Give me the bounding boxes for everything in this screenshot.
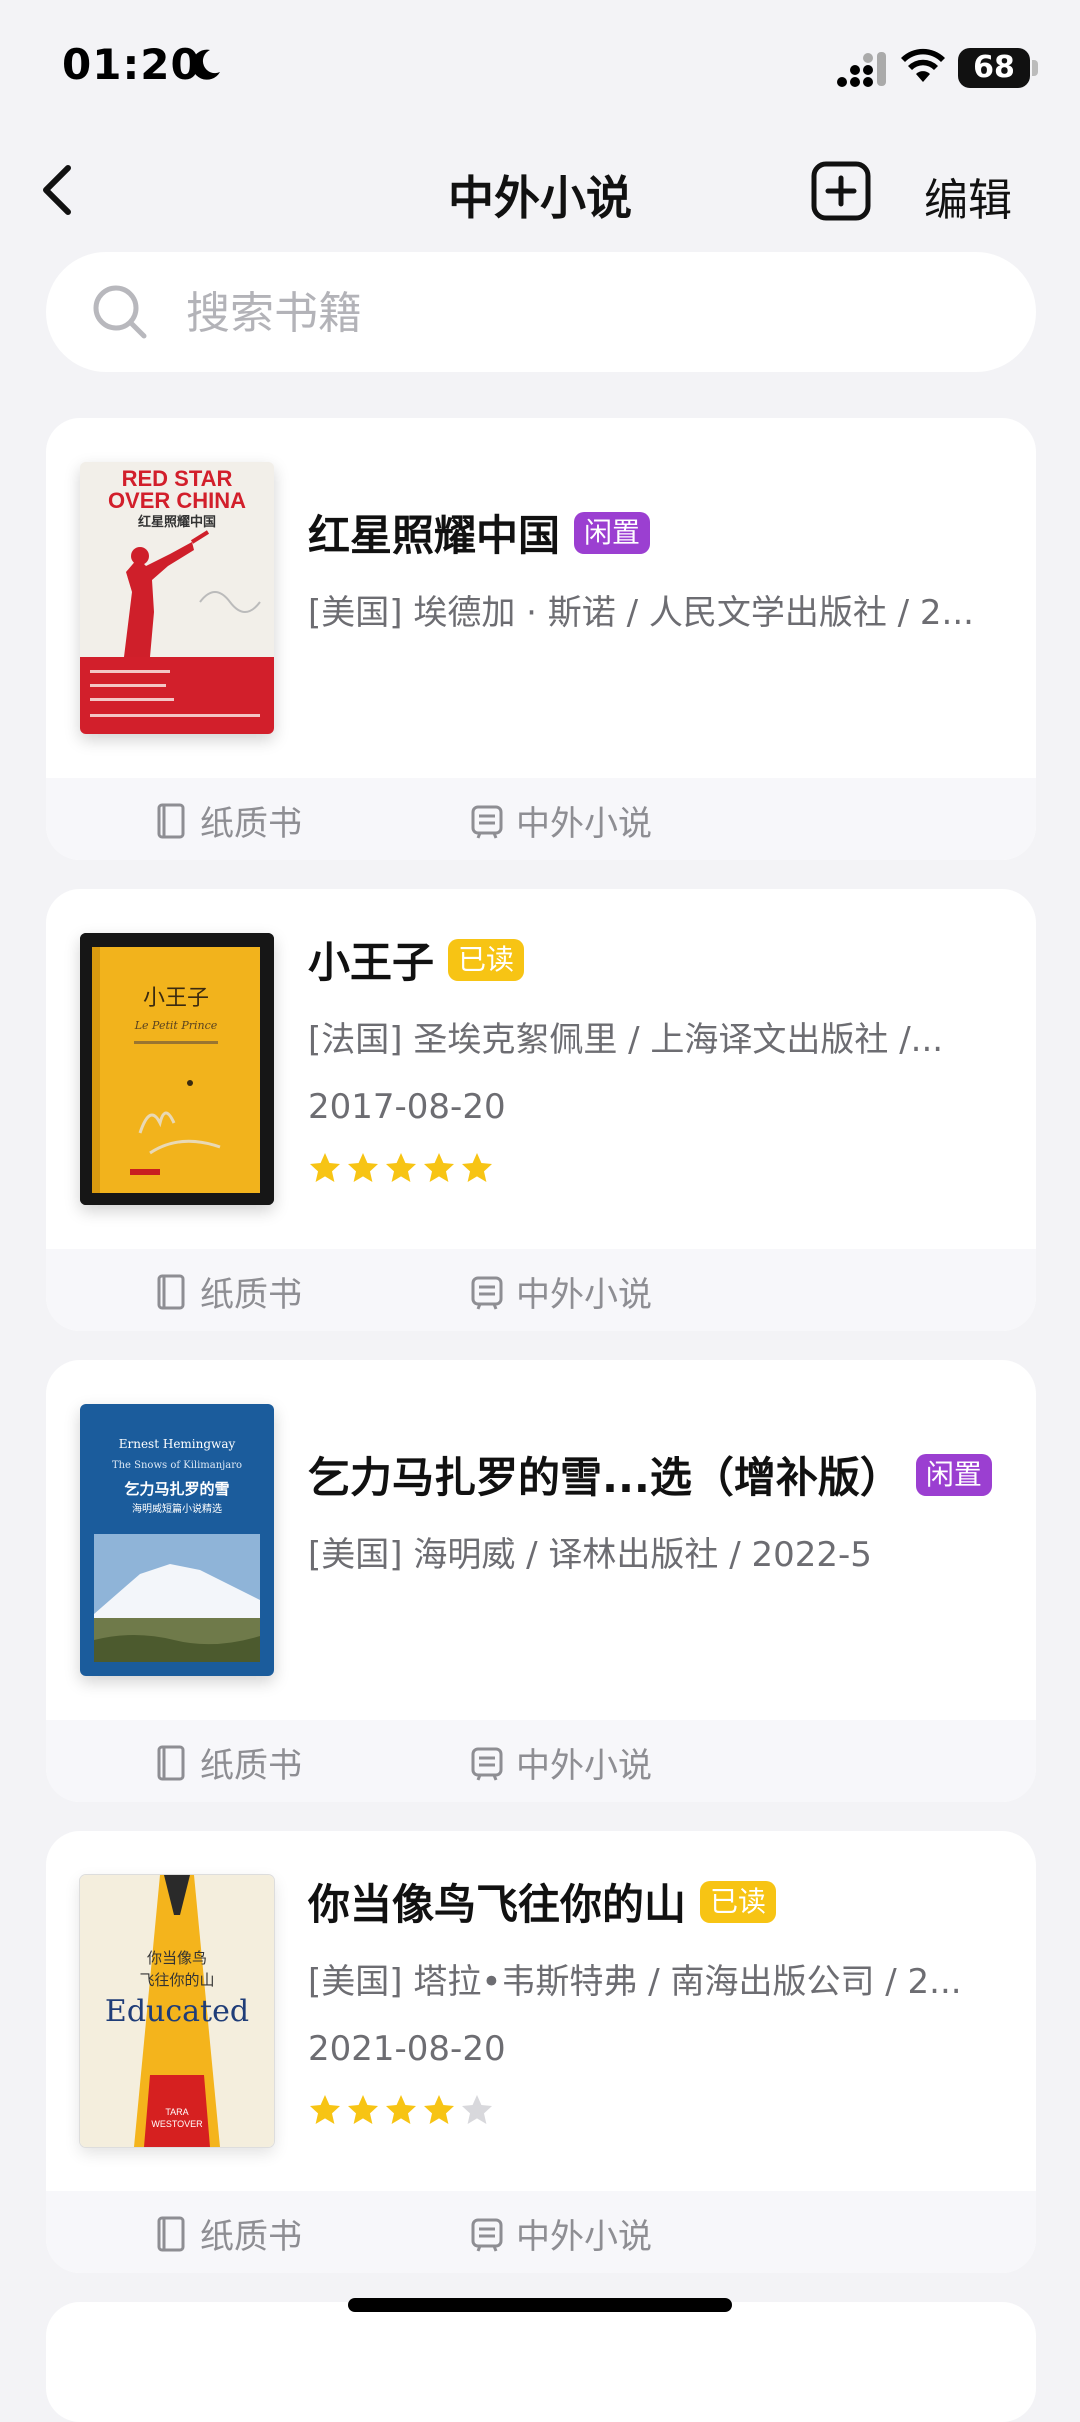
category-tag[interactable]: 中外小说 — [470, 1267, 652, 1316]
signal-icon — [837, 52, 886, 87]
star-filled-icon — [348, 1153, 378, 1182]
book-card-partial[interactable] — [46, 2302, 1036, 2422]
status-badge: 闲置 — [915, 1453, 992, 1496]
book-date: 2021-08-20 — [308, 2029, 506, 2069]
book-cover: 小王子 Le Petit Prince — [80, 933, 274, 1205]
book-meta: [美国] 埃德加 · 斯诺 / 人民文学出版社 / 2... — [308, 593, 974, 633]
format-label: 纸质书 — [200, 804, 302, 844]
card-footer: 纸质书 中外小说 — [46, 1249, 1036, 1331]
book-title: 红星照耀中国 — [308, 511, 561, 560]
battery-indicator: 68 — [958, 48, 1030, 88]
star-filled-icon — [310, 1153, 340, 1182]
edit-button[interactable]: 编辑 — [924, 164, 1012, 228]
search-icon — [93, 285, 147, 339]
battery-tip — [1032, 60, 1038, 76]
category-label: 中外小说 — [516, 2217, 652, 2257]
format-tag[interactable]: 纸质书 — [154, 2209, 302, 2258]
svg-text:红星照耀中国: 红星照耀中国 — [138, 514, 216, 530]
book-info: 红星照耀中国 闲置 [美国] 埃德加 · 斯诺 / 人民文学出版社 / 2... — [308, 502, 1006, 634]
category-icon — [471, 1276, 503, 1310]
card-footer: 纸质书 中外小说 — [46, 1720, 1036, 1802]
book-cover: Ernest Hemingway The Snows of Kilimanjar… — [80, 1404, 274, 1676]
format-label: 纸质书 — [200, 2217, 302, 2257]
svg-text:OVER CHINA: OVER CHINA — [108, 488, 246, 513]
book-icon — [157, 2216, 185, 2251]
book-meta: [美国] 海明威 / 译林出版社 / 2022-5 — [308, 1535, 872, 1575]
wifi-icon — [901, 48, 945, 82]
book-card[interactable]: RED STAR OVER CHINA 红星照耀中国 红星照耀中国 闲置 [美国… — [46, 418, 1036, 860]
book-cover: RED STAR OVER CHINA 红星照耀中国 — [80, 462, 274, 734]
svg-text:Ernest Hemingway: Ernest Hemingway — [119, 1437, 236, 1451]
svg-text:你当像鸟: 你当像鸟 — [147, 1949, 207, 1967]
category-icon — [471, 2218, 503, 2252]
search-bar[interactable] — [46, 252, 1036, 372]
category-label: 中外小说 — [516, 1746, 652, 1786]
category-tag[interactable]: 中外小说 — [470, 2209, 652, 2258]
book-card[interactable]: 小王子 Le Petit Prince 小王子 已读 [法国] 圣埃克絮佩里 /… — [46, 889, 1036, 1331]
category-label: 中外小说 — [516, 804, 652, 844]
rating-stars — [308, 1151, 1006, 1185]
card-footer: 纸质书 中外小说 — [46, 778, 1036, 860]
page-title: 中外小说 — [448, 171, 632, 225]
book-cover: 你当像鸟 飞往你的山 Educated TARA WESTOVER — [80, 1875, 274, 2147]
book-meta: [法国] 圣埃克絮佩里 / 上海译文出版社 /... — [308, 1020, 944, 1060]
home-indicator — [348, 2298, 732, 2312]
svg-text:乞力马扎罗的雪: 乞力马扎罗的雪 — [124, 1480, 229, 1498]
star-empty-icon — [462, 2095, 492, 2124]
format-tag[interactable]: 纸质书 — [154, 1267, 302, 1316]
svg-text:小王子: 小王子 — [143, 986, 209, 1011]
book-date: 2017-08-20 — [308, 1087, 506, 1127]
book-info: 小王子 已读 [法国] 圣埃克絮佩里 / 上海译文出版社 /... 2017-0… — [308, 929, 1006, 1185]
status-badge: 已读 — [448, 938, 525, 981]
category-icon — [471, 1747, 503, 1781]
search-input[interactable] — [184, 280, 988, 346]
book-card[interactable]: 你当像鸟 飞往你的山 Educated TARA WESTOVER 你当像鸟飞往… — [46, 1831, 1036, 2273]
status-time: 01:20 — [62, 40, 201, 89]
book-info: 你当像鸟飞往你的山 已读 [美国] 塔拉•韦斯特弗 / 南海出版公司 / 2..… — [308, 1871, 1006, 2127]
add-book-icon[interactable] — [810, 160, 872, 222]
status-badge: 已读 — [700, 1880, 777, 1923]
category-icon — [471, 805, 503, 839]
svg-text:海明威短篇小说精选: 海明威短篇小说精选 — [132, 1502, 222, 1515]
rating-stars — [308, 2093, 1006, 2127]
book-title: 你当像鸟飞往你的山 — [308, 1880, 687, 1929]
moon-icon — [191, 49, 220, 80]
book-icon — [157, 1745, 185, 1780]
svg-text:WESTOVER: WESTOVER — [151, 2119, 203, 2129]
format-label: 纸质书 — [200, 1746, 302, 1786]
format-label: 纸质书 — [200, 1275, 302, 1315]
book-icon — [157, 803, 185, 838]
star-filled-icon — [348, 2095, 378, 2124]
book-info: 乞力马扎罗的雪...选（增补版） 闲置 [美国] 海明威 / 译林出版社 / 2… — [308, 1444, 1006, 1576]
book-title: 乞力马扎罗的雪...选（增补版） — [308, 1453, 902, 1502]
status-badge: 闲置 — [574, 511, 651, 554]
navigation-bar: 中外小说 编辑 — [0, 140, 1080, 240]
category-tag[interactable]: 中外小说 — [470, 1738, 652, 1787]
card-footer: 纸质书 中外小说 — [46, 2191, 1036, 2273]
status-bar: 01:20 68 — [0, 0, 1080, 130]
star-filled-icon — [310, 2095, 340, 2124]
svg-text:TARA: TARA — [165, 2107, 188, 2117]
book-card[interactable]: Ernest Hemingway The Snows of Kilimanjar… — [46, 1360, 1036, 1802]
svg-text:The Snows of Kilimanjaro: The Snows of Kilimanjaro — [112, 1460, 242, 1471]
star-filled-icon — [386, 2095, 416, 2124]
svg-text:Le Petit Prince: Le Petit Prince — [134, 1019, 218, 1032]
format-tag[interactable]: 纸质书 — [154, 1738, 302, 1787]
category-tag[interactable]: 中外小说 — [470, 796, 652, 845]
book-title: 小王子 — [308, 938, 435, 987]
star-filled-icon — [462, 1153, 492, 1182]
book-icon — [157, 1274, 185, 1309]
star-filled-icon — [424, 1153, 454, 1182]
svg-text:飞往你的山: 飞往你的山 — [139, 1971, 214, 1989]
star-filled-icon — [424, 2095, 454, 2124]
svg-text:Educated: Educated — [105, 1994, 249, 2029]
star-filled-icon — [386, 1153, 416, 1182]
category-label: 中外小说 — [516, 1275, 652, 1315]
format-tag[interactable]: 纸质书 — [154, 796, 302, 845]
book-meta: [美国] 塔拉•韦斯特弗 / 南海出版公司 / 2... — [308, 1962, 962, 2002]
